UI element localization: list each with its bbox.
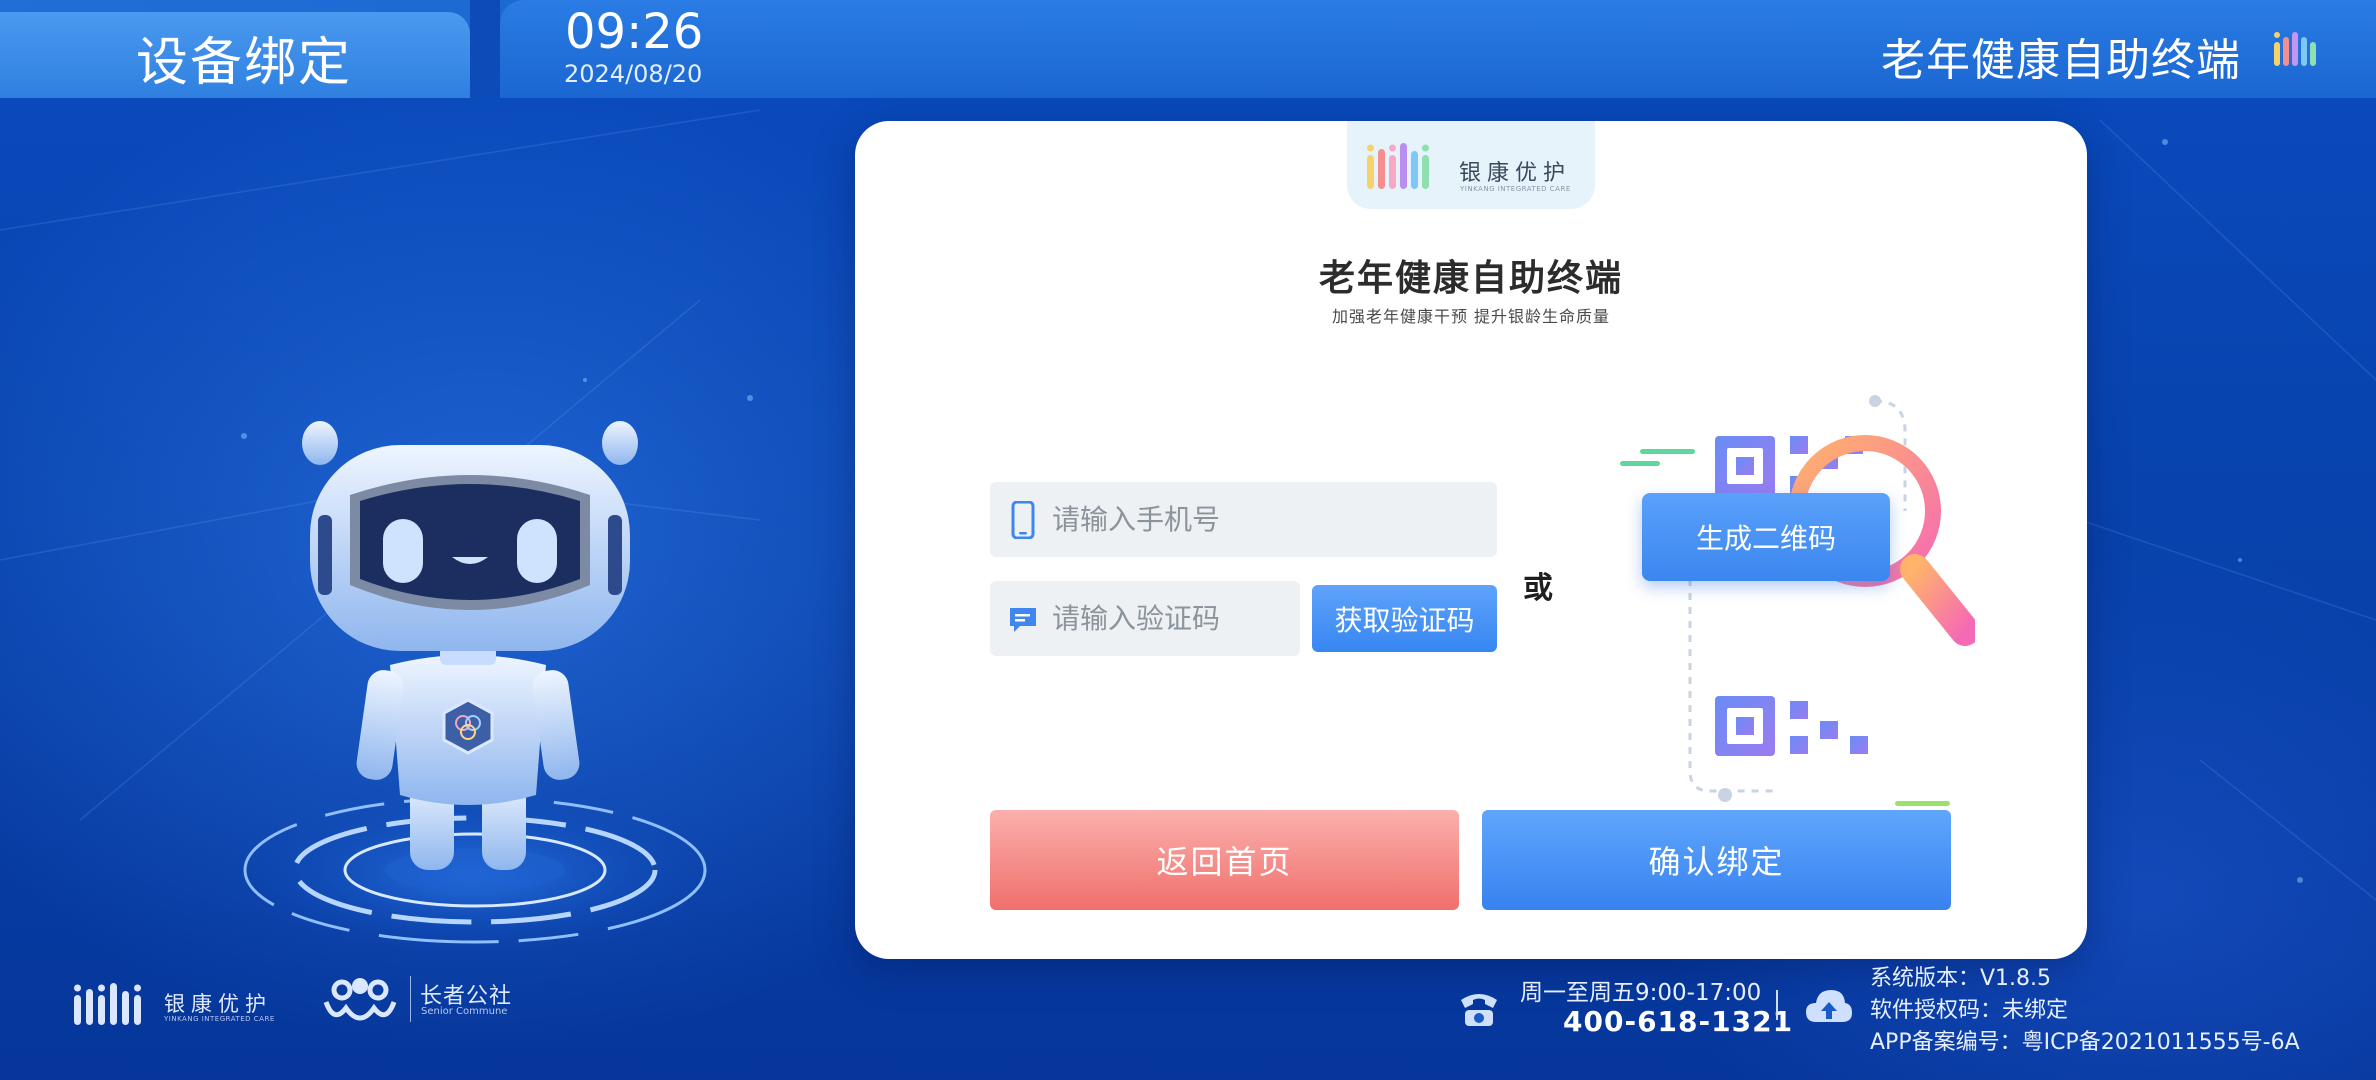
- confirm-bind-button[interactable]: 确认绑定: [1482, 810, 1951, 910]
- get-code-button[interactable]: 获取验证码: [1312, 585, 1497, 652]
- clock-time: 09:26: [565, 4, 704, 60]
- footer-logo-divider: [410, 976, 411, 1022]
- footer-brand-logo-icon: [74, 983, 141, 1025]
- brand-bars-icon: [2274, 32, 2316, 66]
- phone-input[interactable]: [1052, 503, 1472, 536]
- header-divider: [470, 0, 500, 98]
- generate-qr-button[interactable]: 生成二维码: [1642, 493, 1890, 581]
- clock-date: 2024/08/20: [564, 60, 703, 88]
- senior-commune-subtext: Senior Commune: [421, 1006, 508, 1017]
- app-record-number: APP备案编号：粤ICP备2021011555号-6A: [1870, 1030, 2300, 1055]
- card-title: 老年健康自助终端: [1318, 258, 1623, 299]
- card-subtitle: 加强老年健康干预 提升银龄生命质量: [1331, 307, 1611, 326]
- cloud-upload-icon: [1806, 990, 1852, 1022]
- qr-code-illustration: [1620, 395, 1975, 806]
- brand-name: 银康优护: [1459, 161, 1572, 186]
- hotline-number: 400-618-1321: [1563, 1005, 1794, 1038]
- brand-logo-icon: [1367, 143, 1429, 189]
- system-version: 系统版本：V1.8.5: [1870, 966, 2052, 991]
- footer-brand-name: 银康优护: [164, 992, 272, 1016]
- mobile-phone-icon: [1011, 500, 1035, 539]
- brand-tab: 银康优护 YINKANG INTEGRATED CARE: [1347, 121, 1595, 209]
- brand-subtext: YINKANG INTEGRATED CARE: [1460, 185, 1571, 193]
- license-code: 软件授权码：未绑定: [1870, 998, 2069, 1023]
- service-hours: 周一至周五9:00-17:00: [1520, 980, 1762, 1006]
- telephone-icon: [1461, 994, 1497, 1026]
- phone-field[interactable]: [990, 482, 1497, 557]
- or-label: 或: [1523, 571, 1553, 606]
- senior-commune-logo-icon: [323, 978, 397, 1021]
- binding-card: 银康优护 YINKANG INTEGRATED CARE 老年健康自助终端 加强…: [855, 121, 2087, 959]
- footer-brand-subtext: YINKANG INTEGRATED CARE: [164, 1015, 275, 1023]
- page-title: 设备绑定: [136, 33, 353, 93]
- verification-code-input[interactable]: [1052, 602, 1282, 635]
- message-icon: [1010, 607, 1036, 632]
- back-home-button[interactable]: 返回首页: [990, 810, 1459, 910]
- app-name: 老年健康自助终端: [1881, 35, 2241, 86]
- footer-separator: [1776, 990, 1778, 1020]
- header-bar: 设备绑定 09:26 2024/08/20 老年健康自助终端: [0, 0, 2376, 98]
- robot-mascot: [235, 421, 710, 955]
- code-field[interactable]: [990, 581, 1300, 656]
